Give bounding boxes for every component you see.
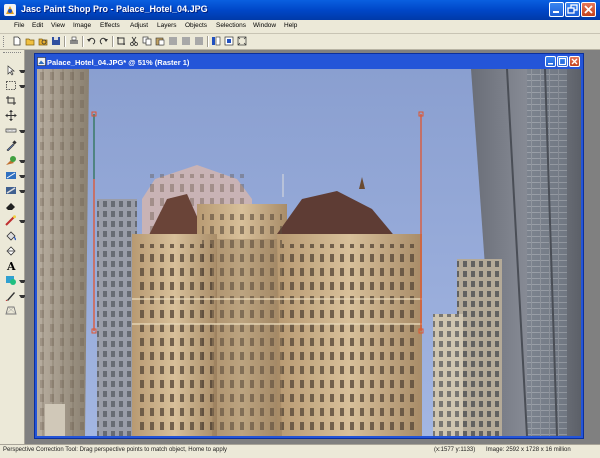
menu-objects[interactable]: Objects bbox=[185, 22, 207, 29]
text-icon[interactable]: A bbox=[5, 260, 17, 271]
menu-selections[interactable]: Selections bbox=[216, 22, 246, 29]
perspective-icon[interactable] bbox=[5, 305, 17, 316]
menu-adjust[interactable]: Adjust bbox=[130, 22, 148, 29]
document-title: Palace_Hotel_04.JPG* @ 51% (Raster 1) bbox=[47, 58, 190, 67]
full-screen-icon[interactable] bbox=[224, 36, 234, 46]
picture-tube-icon[interactable] bbox=[5, 215, 17, 226]
retouch-icon[interactable] bbox=[5, 185, 17, 196]
straighten-icon[interactable] bbox=[5, 125, 17, 136]
menu-layers[interactable]: Layers bbox=[157, 22, 177, 29]
close-icon bbox=[571, 58, 578, 65]
window-title: Jasc Paint Shop Pro - Palace_Hotel_04.JP… bbox=[21, 4, 208, 14]
toolbar-separator bbox=[112, 36, 114, 47]
doc-close-button[interactable] bbox=[569, 56, 580, 67]
crop-icon[interactable] bbox=[116, 36, 126, 46]
toggle-palettes-icon[interactable] bbox=[211, 36, 221, 46]
print-icon[interactable] bbox=[69, 36, 79, 46]
clone-icon[interactable] bbox=[5, 155, 17, 166]
scratch-remover-icon[interactable] bbox=[5, 170, 17, 181]
tools-grip[interactable] bbox=[3, 52, 21, 55]
pan-icon[interactable] bbox=[5, 65, 17, 76]
close-button[interactable] bbox=[581, 2, 596, 17]
status-image-info: Image: 2592 x 1728 x 16 million bbox=[486, 447, 571, 453]
minimize-icon bbox=[548, 63, 553, 65]
tools-palette: A bbox=[0, 50, 26, 444]
browse-icon[interactable] bbox=[38, 36, 48, 46]
background-tower-left bbox=[97, 199, 137, 436]
status-hint: Perspective Correction Tool: Drag perspe… bbox=[3, 447, 227, 453]
copy-icon[interactable] bbox=[142, 36, 152, 46]
fill-icon[interactable] bbox=[5, 230, 17, 241]
toolbar-grip[interactable] bbox=[3, 36, 7, 47]
full-edit-icon[interactable] bbox=[237, 36, 247, 46]
paste-transparent-icon[interactable] bbox=[194, 36, 204, 46]
paste-icon[interactable] bbox=[155, 36, 165, 46]
undo-icon[interactable] bbox=[86, 36, 96, 46]
dropper-icon[interactable] bbox=[5, 140, 17, 151]
save-icon[interactable] bbox=[51, 36, 61, 46]
move-icon[interactable] bbox=[5, 110, 17, 121]
svg-text:A: A bbox=[6, 260, 16, 271]
doc-minimize-button[interactable] bbox=[545, 56, 556, 67]
fill-flood-icon[interactable] bbox=[5, 245, 17, 256]
building-left bbox=[37, 69, 89, 436]
document-icon[interactable] bbox=[37, 57, 46, 66]
pen-icon[interactable] bbox=[5, 290, 17, 301]
minimize-button[interactable] bbox=[549, 2, 564, 17]
image-canvas[interactable] bbox=[37, 69, 581, 436]
title-bar: Jasc Paint Shop Pro - Palace_Hotel_04.JP… bbox=[0, 0, 600, 20]
toolbar-separator bbox=[82, 36, 84, 47]
toolbar-separator bbox=[64, 36, 66, 47]
app-icon[interactable] bbox=[3, 3, 17, 17]
redo-icon[interactable] bbox=[99, 36, 109, 46]
toolbar-separator bbox=[207, 36, 209, 47]
menu-effects[interactable]: Effects bbox=[100, 22, 120, 29]
doc-maximize-button[interactable] bbox=[557, 56, 568, 67]
open-icon[interactable] bbox=[25, 36, 35, 46]
selection-icon[interactable] bbox=[5, 80, 17, 91]
restore-icon bbox=[567, 4, 578, 14]
preset-shape-icon[interactable] bbox=[5, 275, 17, 286]
menu-file[interactable]: File bbox=[14, 22, 24, 29]
menu-bar: File Edit View Image Effects Adjust Laye… bbox=[0, 20, 600, 34]
close-icon bbox=[584, 5, 593, 14]
status-coords: (x:1577 y:1133) bbox=[434, 447, 476, 453]
crop-icon[interactable] bbox=[5, 95, 17, 106]
menu-edit[interactable]: Edit bbox=[32, 22, 43, 29]
minimize-icon bbox=[553, 11, 559, 13]
menu-help[interactable]: Help bbox=[284, 22, 297, 29]
cut-icon[interactable] bbox=[129, 36, 139, 46]
menu-image[interactable]: Image bbox=[73, 22, 91, 29]
menu-view[interactable]: View bbox=[51, 22, 65, 29]
standard-toolbar bbox=[0, 34, 600, 50]
paste-selection-icon[interactable] bbox=[181, 36, 191, 46]
maximize-icon bbox=[558, 57, 567, 66]
status-bar: Perspective Correction Tool: Drag perspe… bbox=[0, 444, 600, 458]
eraser-icon[interactable] bbox=[5, 200, 17, 211]
maximize-button[interactable] bbox=[565, 2, 580, 17]
paste-layer-icon[interactable] bbox=[168, 36, 178, 46]
new-icon[interactable] bbox=[12, 36, 22, 46]
menu-window[interactable]: Window bbox=[253, 22, 276, 29]
